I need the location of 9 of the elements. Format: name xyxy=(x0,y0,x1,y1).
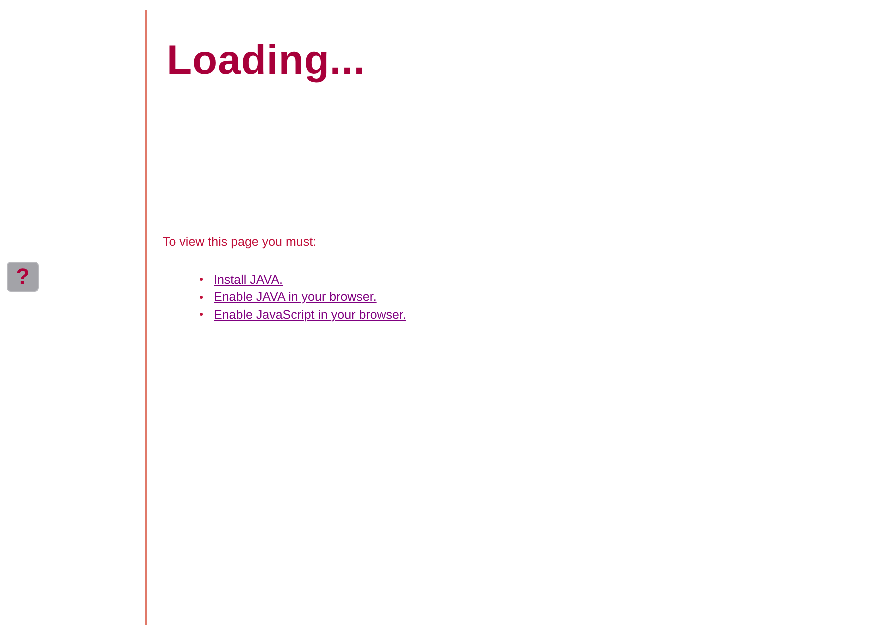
requirement-link[interactable]: Enable JAVA in your browser. xyxy=(214,290,377,304)
requirements-message: To view this page you must: xyxy=(163,235,318,250)
bullet-icon xyxy=(200,313,203,316)
loading-title: Loading... xyxy=(167,38,367,84)
bullet-icon xyxy=(200,296,203,299)
bullet-icon xyxy=(200,278,203,282)
requirement-link[interactable]: Enable JavaScript in your browser. xyxy=(214,308,406,322)
requirement-link[interactable]: Install JAVA. xyxy=(214,272,284,287)
missing-plugin-icon: ? xyxy=(7,262,39,292)
